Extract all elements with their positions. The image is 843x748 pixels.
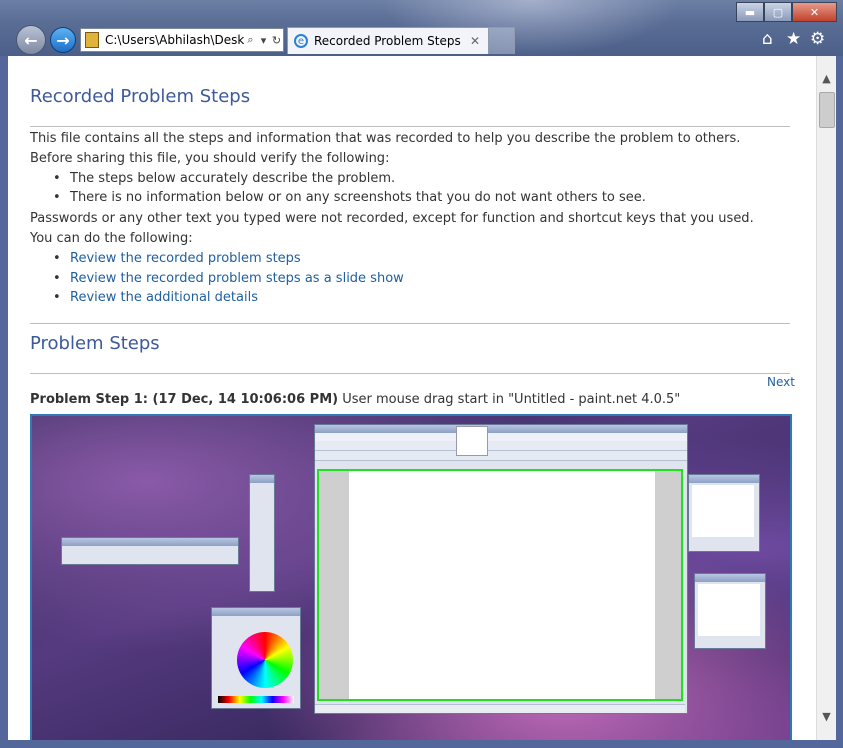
window-frame-right xyxy=(835,56,843,748)
link-review-slideshow[interactable]: Review the recorded problem steps as a s… xyxy=(53,271,404,286)
verify-item: The steps below accurately describe the … xyxy=(53,171,395,186)
do-lead: You can do the following: xyxy=(30,231,193,246)
image-thumbnail xyxy=(456,426,488,456)
paint-net-window xyxy=(314,424,688,714)
scroll-up-icon[interactable]: ▲ xyxy=(817,68,836,88)
tab-label: Recorded Problem Steps xyxy=(314,34,461,48)
forward-button[interactable]: → xyxy=(50,27,76,53)
tab-recorded-problem-steps[interactable]: e Recorded Problem Steps ✕ xyxy=(287,27,489,54)
address-bar[interactable]: C:\Users\Abhilash\Desk ⌕ ▾ ↻ xyxy=(80,28,284,52)
divider xyxy=(30,373,790,374)
divider xyxy=(30,323,790,324)
refresh-icon[interactable]: ↻ xyxy=(270,34,283,47)
history-window xyxy=(688,474,760,552)
layers-window xyxy=(694,573,766,649)
dropdown-icon[interactable]: ▾ xyxy=(257,34,270,47)
verify-item: There is no information below or on any … xyxy=(53,190,646,205)
verify-lead: Before sharing this file, you should ver… xyxy=(30,151,390,166)
vertical-scrollbar[interactable]: ▲ ▼ xyxy=(816,56,836,740)
link-review-steps[interactable]: Review the recorded problem steps xyxy=(53,251,301,266)
favorites-icon[interactable]: ★ xyxy=(786,29,801,49)
link-review-details[interactable]: Review the additional details xyxy=(53,290,258,305)
colors-window xyxy=(211,607,301,709)
intro-text: This file contains all the steps and inf… xyxy=(30,131,741,146)
close-window-button[interactable]: ✕ xyxy=(792,2,837,22)
step-label: Problem Step 1: (17 Dec, 14 10:06:06 PM) xyxy=(30,392,339,407)
window-frame-left xyxy=(0,56,8,748)
color-palette xyxy=(218,696,294,703)
window-controls: ▬ ▢ ✕ xyxy=(736,2,837,22)
page-content: Recorded Problem Steps This file contain… xyxy=(8,56,816,740)
home-icon[interactable]: ⌂ xyxy=(762,29,773,49)
next-link[interactable]: Next xyxy=(767,375,795,389)
search-icon[interactable]: ⌕ xyxy=(244,33,257,47)
section-title: Problem Steps xyxy=(30,333,160,354)
browser-chrome: ▬ ▢ ✕ ← → C:\Users\Abhilash\Desk ⌕ ▾ ↻ e… xyxy=(0,0,843,56)
canvas-page xyxy=(349,471,655,699)
window-frame-bottom xyxy=(0,740,843,748)
maximize-button[interactable]: ▢ xyxy=(764,2,792,22)
step-caption: Problem Step 1: (17 Dec, 14 10:06:06 PM)… xyxy=(30,392,680,407)
tab-close-icon[interactable]: ✕ xyxy=(470,34,484,48)
canvas-highlight xyxy=(317,469,683,701)
tools-window xyxy=(249,474,275,592)
back-button[interactable]: ← xyxy=(16,25,46,55)
scroll-down-icon[interactable]: ▼ xyxy=(817,706,836,726)
psr-toolbar-window xyxy=(61,537,239,565)
step-screenshot xyxy=(30,414,792,740)
ie-icon: e xyxy=(294,34,308,48)
divider xyxy=(30,126,790,127)
address-text[interactable]: C:\Users\Abhilash\Desk xyxy=(105,33,244,47)
passwords-note: Passwords or any other text you typed we… xyxy=(30,211,754,226)
page-icon xyxy=(85,32,99,48)
settings-icon[interactable]: ⚙ xyxy=(810,29,825,49)
new-tab-button[interactable] xyxy=(488,27,515,54)
color-wheel xyxy=(237,632,293,688)
page-title: Recorded Problem Steps xyxy=(30,86,251,107)
step-text: User mouse drag start in "Untitled - pai… xyxy=(338,392,681,407)
minimize-button[interactable]: ▬ xyxy=(736,2,764,22)
scroll-thumb[interactable] xyxy=(819,92,835,128)
